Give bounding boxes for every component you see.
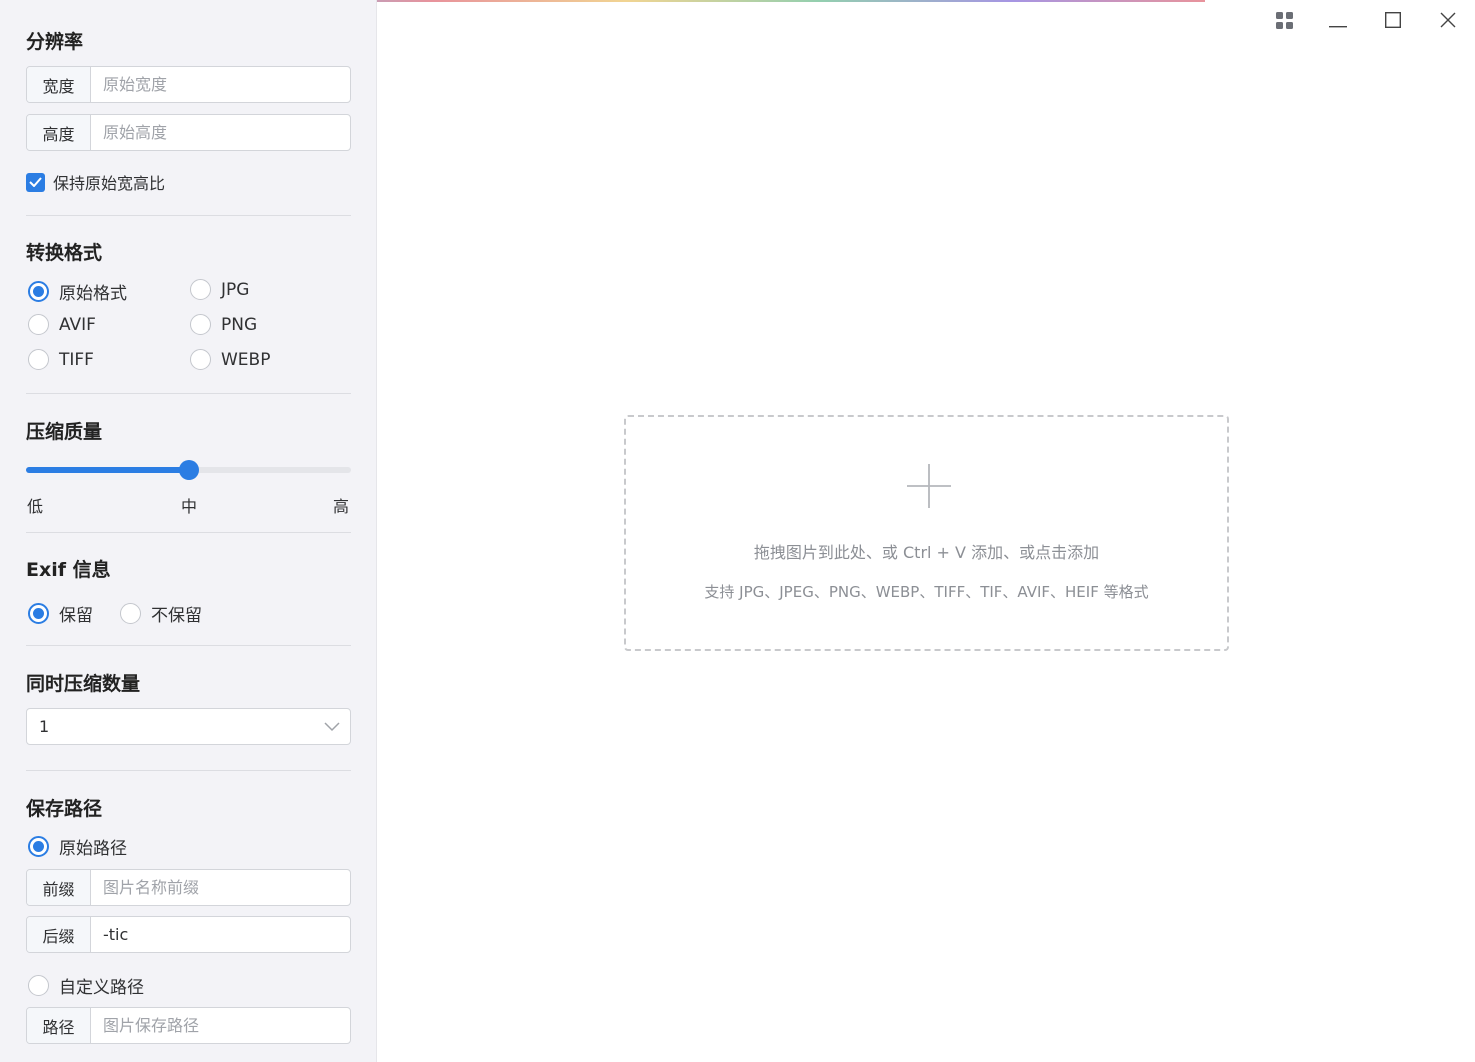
divider (26, 645, 351, 646)
add-plus-icon (906, 463, 952, 513)
divider (26, 215, 351, 216)
divider (26, 393, 351, 394)
exif-option-label: 不保留 (151, 606, 202, 626)
width-label: 宽度 (27, 67, 91, 102)
prefix-input[interactable] (91, 870, 350, 905)
width-input[interactable] (91, 67, 350, 102)
quality-slider-handle[interactable] (178, 460, 199, 480)
format-title: 转换格式 (26, 242, 103, 264)
format-option-label: JPG (221, 279, 250, 300)
exif-radio-discard[interactable]: 不保留 (120, 601, 202, 626)
quality-title: 压缩质量 (26, 421, 103, 443)
custom-path-field: 路径 (26, 1007, 351, 1044)
grid-menu-button[interactable] (1268, 8, 1300, 36)
save-path-option-label: 原始路径 (59, 839, 127, 859)
path-input[interactable] (91, 1008, 350, 1043)
concurrency-title: 同时压缩数量 (26, 673, 141, 695)
save-path-radio-original[interactable]: 原始路径 (28, 834, 127, 859)
height-label: 高度 (27, 115, 91, 150)
keep-ratio-label: 保持原始宽高比 (53, 174, 166, 193)
quality-label-mid: 中 (181, 497, 198, 516)
checkbox-checked-icon[interactable] (26, 172, 45, 192)
width-field: 宽度 (26, 66, 351, 103)
suffix-input[interactable] (91, 917, 350, 952)
suffix-field: 后缀 (26, 916, 351, 953)
format-radio-tiff[interactable]: TIFF (28, 349, 94, 370)
radio-icon[interactable] (190, 349, 211, 370)
close-button[interactable] (1432, 8, 1464, 36)
radio-icon[interactable] (28, 349, 49, 370)
settings-sidebar: 分辨率 宽度 高度 保持原始宽高比 转换格式 原始格式 JPG AVIF PNG… (0, 0, 377, 1062)
resolution-title: 分辨率 (26, 31, 84, 53)
prefix-label: 前缀 (27, 870, 91, 905)
radio-icon[interactable] (190, 314, 211, 335)
quality-label-low: 低 (27, 497, 44, 516)
minimize-icon (1329, 13, 1347, 32)
path-label: 路径 (27, 1008, 91, 1043)
top-accent-strip (240, 0, 1205, 2)
save-path-option-label: 自定义路径 (59, 978, 144, 998)
chevron-down-icon (324, 717, 340, 736)
concurrency-value: 1 (39, 717, 50, 736)
radio-selected-icon[interactable] (28, 281, 49, 302)
save-path-title: 保存路径 (26, 798, 103, 820)
divider (26, 770, 351, 771)
format-radio-original[interactable]: 原始格式 (28, 279, 127, 304)
height-field: 高度 (26, 114, 351, 151)
divider (26, 532, 351, 533)
grid-icon (1275, 11, 1293, 33)
format-option-label: PNG (221, 314, 258, 335)
height-input[interactable] (91, 115, 350, 150)
radio-icon[interactable] (28, 975, 49, 996)
format-option-label: 原始格式 (59, 284, 127, 304)
quality-slider[interactable] (26, 460, 351, 480)
exif-radio-keep[interactable]: 保留 (28, 601, 93, 626)
format-option-label: WEBP (221, 349, 271, 370)
maximize-icon (1384, 11, 1402, 32)
format-radio-avif[interactable]: AVIF (28, 314, 96, 335)
radio-icon[interactable] (28, 314, 49, 335)
format-option-label: TIFF (59, 349, 94, 370)
format-option-label: AVIF (59, 314, 96, 335)
format-radio-webp[interactable]: WEBP (190, 349, 270, 370)
radio-icon[interactable] (190, 279, 211, 300)
quality-slider-fill (26, 467, 189, 473)
save-path-radio-custom[interactable]: 自定义路径 (28, 973, 144, 998)
minimize-button[interactable] (1322, 8, 1354, 36)
radio-selected-icon[interactable] (28, 603, 49, 624)
exif-option-label: 保留 (59, 606, 93, 626)
format-radio-jpg[interactable]: JPG (190, 279, 249, 300)
image-dropzone[interactable]: 拖拽图片到此处、或 Ctrl + V 添加、或点击添加 支持 JPG、JPEG、… (624, 415, 1229, 651)
dropzone-instruction: 拖拽图片到此处、或 Ctrl + V 添加、或点击添加 (753, 543, 1100, 562)
concurrency-select[interactable]: 1 (26, 708, 351, 745)
radio-selected-icon[interactable] (28, 836, 49, 857)
prefix-field: 前缀 (26, 869, 351, 906)
keep-ratio-checkbox[interactable]: 保持原始宽高比 (26, 170, 165, 194)
suffix-label: 后缀 (27, 917, 91, 952)
quality-label-high: 高 (333, 497, 350, 516)
exif-title: Exif 信息 (26, 559, 111, 581)
radio-icon[interactable] (120, 603, 141, 624)
close-icon (1440, 12, 1456, 32)
maximize-button[interactable] (1377, 8, 1409, 36)
dropzone-supported-formats: 支持 JPG、JPEG、PNG、WEBP、TIFF、TIF、AVIF、HEIF … (704, 583, 1149, 601)
format-radio-png[interactable]: PNG (190, 314, 257, 335)
